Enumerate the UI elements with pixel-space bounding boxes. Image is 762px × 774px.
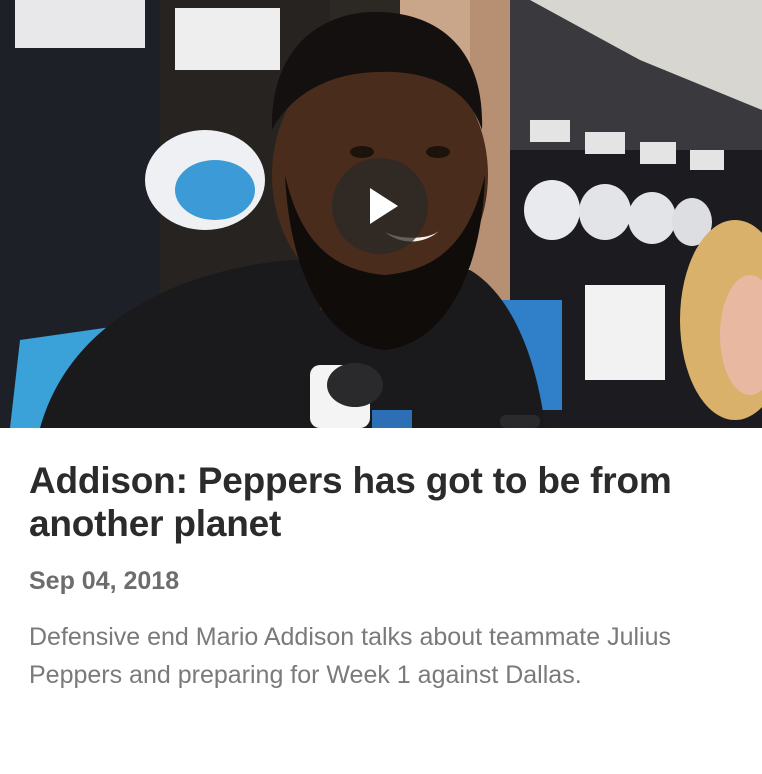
article-date: Sep 04, 2018 xyxy=(29,567,180,595)
play-button[interactable] xyxy=(332,158,428,254)
video-thumbnail[interactable] xyxy=(0,0,762,428)
article-title[interactable]: Addison: Peppers has got to be from anot… xyxy=(29,459,739,545)
article-description: Defensive end Mario Addison talks about … xyxy=(29,623,672,689)
video-card[interactable]: Addison: Peppers has got to be from anot… xyxy=(0,0,762,774)
play-icon xyxy=(370,188,398,224)
